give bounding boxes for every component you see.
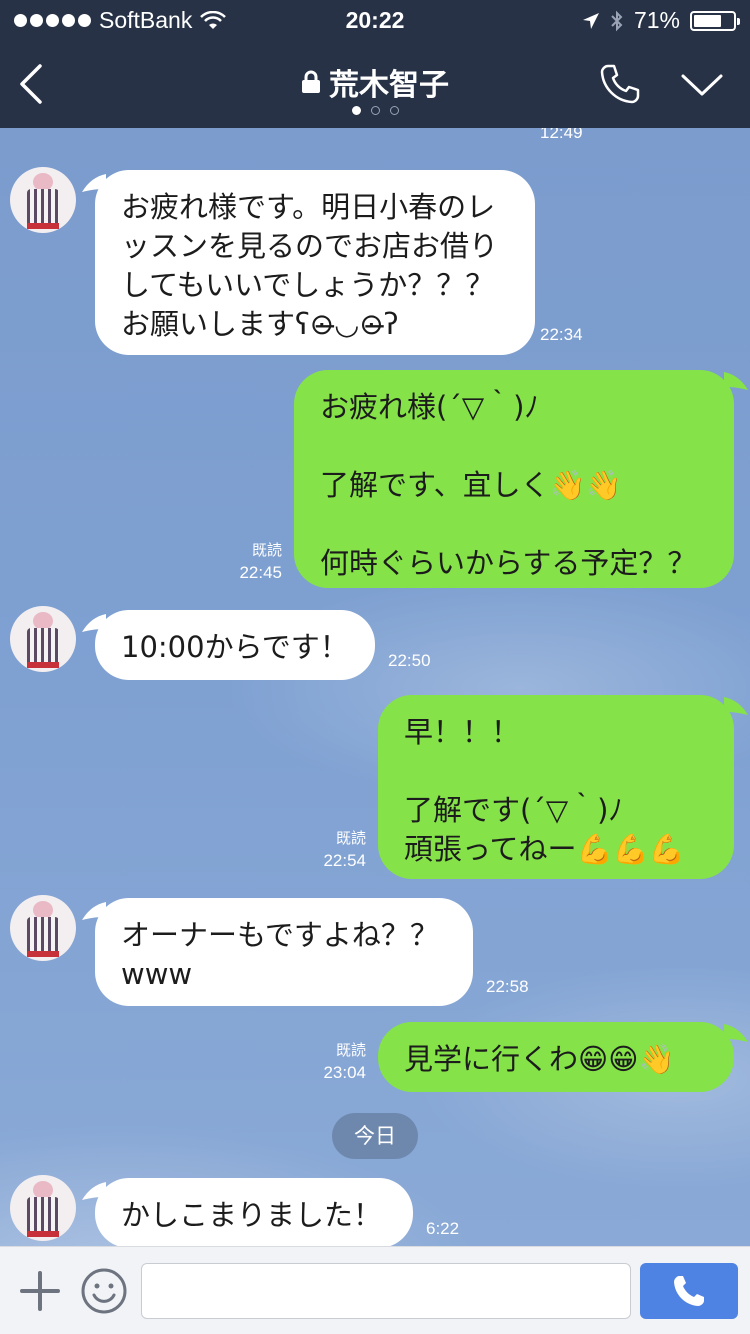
message-read-time: 既読 23:04 [300,1040,366,1084]
message-time: 6:22 [426,1219,460,1238]
date-divider: 今日 [332,1113,418,1159]
read-receipt: 既読 [335,1042,366,1059]
message-input[interactable] [141,1263,631,1319]
plus-icon[interactable] [20,1271,60,1311]
avatar[interactable] [10,167,76,233]
phone-icon [674,1276,704,1306]
contact-name: 荒木智子 [329,68,449,103]
battery-icon [690,10,740,31]
chat-background: 12:49 お疲れ様です。明日小春のレ ッスンを見るのでお店お借り してもいいで… [0,128,750,1246]
chevron-down-icon[interactable] [680,72,724,98]
battery-percent: 71% [633,7,680,33]
page-dot [351,106,361,115]
page-indicator [0,106,750,115]
phone-icon[interactable] [598,62,642,106]
message-read-time: 既読 22:45 [216,540,282,584]
message-bubble[interactable]: かしこまりました！ [95,1178,413,1246]
message-time: 22:50 [388,651,431,670]
page-dot [389,106,399,115]
message-bubble[interactable]: 見学に行くわ😁😁👋 [378,1022,734,1092]
location-icon [582,12,599,29]
message-bubble[interactable]: お疲れ様(´▽｀)ﾉ 了解です、宜しく👋👋 何時ぐらいからする予定？？ [294,370,734,588]
message-bubble[interactable]: お疲れ様です。明日小春のレ ッスンを見るのでお店お借り してもいいでしょうか？？… [95,170,535,355]
header: SoftBank 20:22 71% 荒木智子 [0,0,750,128]
message-bubble[interactable]: 10:00からです！ [95,610,375,680]
call-button[interactable] [640,1263,738,1319]
status-right: 71% [582,7,740,34]
message-bubble[interactable]: 早！！！ 了解です(´▽｀)ﾉ 頑張ってねー💪💪💪 [378,695,734,879]
message-read-time: 既読 22:54 [300,828,366,872]
emoji-icon[interactable] [80,1267,128,1315]
message-time-partial: 12:49 [540,128,583,142]
bluetooth-icon [611,10,623,31]
message-time: 22:34 [540,325,583,344]
avatar[interactable] [10,895,76,961]
nav-bar: 荒木智子 [0,44,750,128]
message-bubble[interactable]: オーナーもですよね？？ www [95,898,473,1006]
avatar[interactable] [10,1175,76,1241]
avatar[interactable] [10,606,76,672]
input-bar [0,1246,750,1334]
read-receipt: 既読 [335,830,366,847]
page-dot [370,106,380,115]
read-receipt: 既読 [251,542,282,559]
message-time: 22:58 [486,977,529,996]
lock-icon [302,70,320,93]
status-bar: SoftBank 20:22 71% [0,0,750,40]
